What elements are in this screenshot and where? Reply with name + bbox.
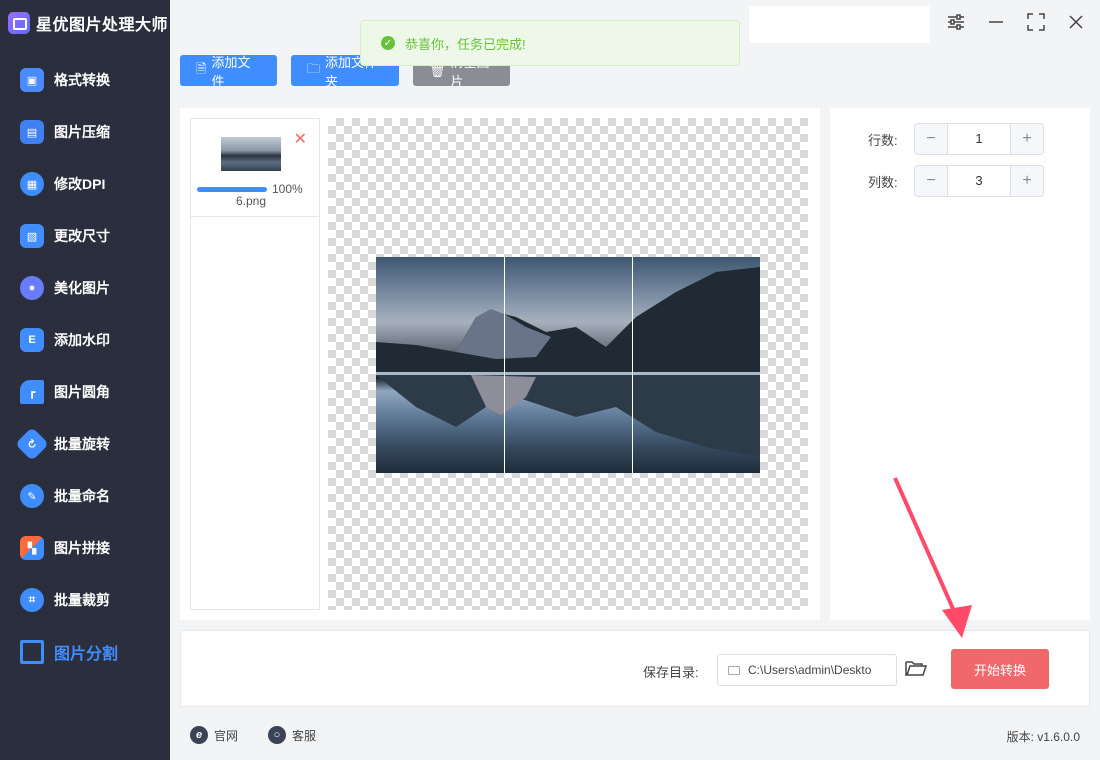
split-line — [504, 257, 505, 473]
sidebar-item-stitch[interactable]: ▚ 图片拼接 — [0, 522, 170, 574]
success-toast: ✓ 恭喜你，任务已完成! — [360, 20, 740, 66]
sidebar-item-label: 批量裁剪 — [54, 592, 110, 608]
save-dir-label: 保存目录: — [643, 665, 699, 680]
app-title: 星优图片处理大师 — [36, 17, 169, 34]
sidebar-item-label: 批量命名 — [54, 488, 110, 504]
work-area: ✕ 100% 6.png — [180, 108, 820, 620]
cols-decrement-button[interactable]: − — [915, 166, 947, 196]
sidebar-item-rounded-corner[interactable]: ┏ 图片圆角 — [0, 366, 170, 418]
sidebar-item-dpi[interactable]: ▦ 修改DPI — [0, 158, 170, 210]
sidebar-item-label: 批量旋转 — [54, 436, 110, 452]
sidebar-nav: ▣ 格式转换 ▤ 图片压缩 ▦ 修改DPI ▧ 更改尺寸 ● 美化图片 E 添加… — [0, 54, 170, 678]
folder-small-icon — [728, 665, 740, 675]
preview-photo — [376, 257, 760, 473]
sidebar-item-label: 图片拼接 — [54, 540, 110, 556]
save-dir-value: C:\Users\admin\Deskto — [748, 663, 872, 677]
window-controls — [946, 12, 1086, 32]
toast-message: 恭喜你，任务已完成! — [405, 36, 526, 52]
resize-icon: ▧ — [20, 224, 44, 248]
file-icon: 🗎 — [196, 60, 207, 76]
cols-label: 列数: — [868, 174, 898, 190]
settings-sliders-icon[interactable] — [946, 12, 966, 32]
sidebar-item-compress[interactable]: ▤ 图片压缩 — [0, 106, 170, 158]
cols-stepper: − 3 + — [914, 165, 1044, 197]
customer-service-link[interactable]: ○ 客服 — [268, 726, 316, 744]
remove-file-icon[interactable]: ✕ — [294, 129, 307, 149]
sidebar-item-rename[interactable]: ✎ 批量命名 — [0, 470, 170, 522]
rotate-icon: ↻ — [15, 427, 49, 461]
sidebar-item-label: 更改尺寸 — [54, 228, 110, 244]
website-label: 官网 — [214, 728, 239, 743]
cols-increment-button[interactable]: + — [1011, 166, 1043, 196]
minimize-icon[interactable] — [986, 12, 1006, 32]
output-bar: 保存目录: C:\Users\admin\Deskto 开始转换 — [180, 630, 1090, 707]
open-folder-icon[interactable] — [905, 659, 928, 677]
rows-stepper: − 1 + — [914, 123, 1044, 155]
start-convert-button[interactable]: 开始转换 — [951, 649, 1049, 689]
sidebar-item-rotate[interactable]: ↻ 批量旋转 — [0, 418, 170, 470]
sidebar-item-label: 图片压缩 — [54, 124, 110, 140]
progress-bar — [197, 187, 267, 192]
image-compress-icon: ▤ — [20, 120, 44, 144]
browser-e-icon: e — [190, 726, 208, 744]
close-icon[interactable] — [1066, 12, 1086, 32]
rounded-corner-icon: ┏ — [20, 380, 44, 404]
sidebar-item-label: 添加水印 — [54, 332, 110, 348]
sidebar-item-resize[interactable]: ▧ 更改尺寸 — [0, 210, 170, 262]
cols-input[interactable]: 3 — [947, 166, 1011, 196]
crop-icon: ⌗ — [20, 588, 44, 612]
sidebar-item-label: 修改DPI — [54, 176, 106, 192]
rows-input[interactable]: 1 — [947, 124, 1011, 154]
rows-label: 行数: — [868, 132, 898, 148]
dpi-icon: ▦ — [20, 172, 44, 196]
image-convert-icon: ▣ — [20, 68, 44, 92]
file-name: 6.png — [235, 194, 267, 208]
maximize-icon[interactable] — [1026, 12, 1046, 32]
rows-decrement-button[interactable]: − — [915, 124, 947, 154]
add-file-label: 添加文件 — [211, 54, 251, 89]
service-label: 客服 — [292, 728, 317, 743]
sidebar-item-label: 图片分割 — [54, 646, 119, 663]
folder-icon: 🗀 — [307, 60, 321, 76]
add-file-button[interactable]: 🗎 添加文件 — [180, 55, 277, 89]
check-circle-icon: ✓ — [381, 36, 395, 50]
cols-setting: 列数: − 3 + — [868, 165, 1044, 197]
sidebar-item-crop[interactable]: ⌗ 批量裁剪 — [0, 574, 170, 626]
sidebar-item-format-convert[interactable]: ▣ 格式转换 — [0, 54, 170, 106]
sidebar: 星优图片处理大师 ▣ 格式转换 ▤ 图片压缩 ▦ 修改DPI ▧ 更改尺寸 ● … — [0, 0, 170, 760]
sidebar-item-beautify[interactable]: ● 美化图片 — [0, 262, 170, 314]
split-line — [632, 257, 633, 473]
app-header: 星优图片处理大师 — [0, 0, 170, 46]
sidebar-item-label: 图片圆角 — [54, 384, 110, 400]
title-blank-area — [749, 6, 930, 43]
sidebar-item-label: 格式转换 — [54, 72, 110, 88]
file-thumbnail — [221, 137, 281, 171]
stitch-icon: ▚ — [20, 536, 44, 560]
beautify-icon: ● — [20, 276, 44, 300]
rename-icon: ✎ — [20, 484, 44, 508]
split-icon — [20, 640, 44, 664]
image-preview — [328, 118, 808, 610]
save-dir-input[interactable]: C:\Users\admin\Deskto — [717, 654, 897, 686]
watermark-icon: E — [20, 328, 44, 352]
settings-panel: 行数: − 1 + 列数: − 3 + — [830, 108, 1090, 620]
sidebar-item-split[interactable]: 图片分割 — [0, 626, 170, 678]
version-text: 版本: v1.6.0.0 — [1006, 730, 1080, 744]
sidebar-item-label: 美化图片 — [54, 280, 110, 296]
chat-icon: ○ — [268, 726, 286, 744]
file-item[interactable]: ✕ 100% 6.png — [191, 119, 319, 217]
rows-increment-button[interactable]: + — [1011, 124, 1043, 154]
app-logo-icon — [8, 12, 30, 34]
footer: e 官网 ○ 客服 版本: v1.6.0.0 — [170, 712, 1100, 760]
sidebar-item-watermark[interactable]: E 添加水印 — [0, 314, 170, 366]
website-link[interactable]: e 官网 — [190, 726, 238, 744]
file-list: ✕ 100% 6.png — [190, 118, 320, 610]
rows-setting: 行数: − 1 + — [868, 123, 1044, 155]
